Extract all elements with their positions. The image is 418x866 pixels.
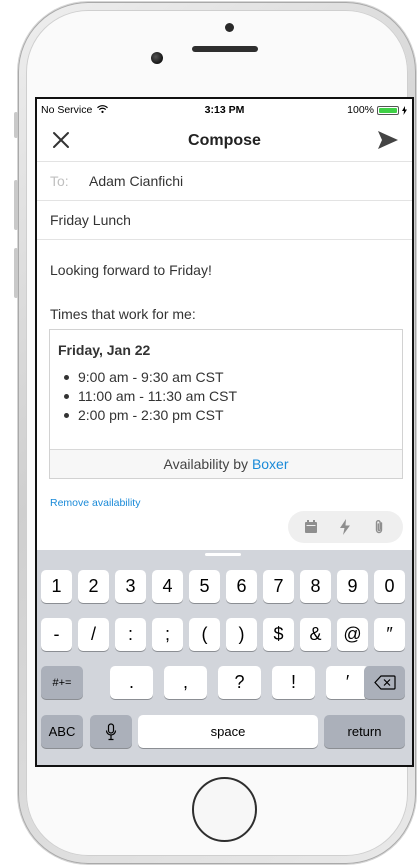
compose-navbar: Compose [37,119,412,162]
availability-date: Friday, Jan 22 [58,342,151,358]
remove-availability-link[interactable]: Remove availability [50,497,140,509]
battery-percent: 100% [347,104,374,116]
abc-key[interactable]: ABC [41,715,83,748]
key-2[interactable]: 2 [78,570,109,603]
key-at[interactable]: @ [337,618,368,651]
subject-field[interactable]: Friday Lunch [37,201,412,240]
lightning-icon[interactable] [336,518,354,536]
paperclip-icon[interactable] [370,518,388,536]
key-0[interactable]: 0 [374,570,405,603]
key-6[interactable]: 6 [226,570,257,603]
key-slash[interactable]: / [78,618,109,651]
key-1[interactable]: 1 [41,570,72,603]
battery-icon [377,105,399,115]
key-open-paren[interactable]: ( [189,618,220,651]
symbols-toggle-key[interactable]: #+= [41,666,83,699]
return-key[interactable]: return [324,715,405,748]
battery-status: 100% [347,104,407,116]
subject-text[interactable]: Friday Lunch [50,212,131,228]
key-comma[interactable]: , [164,666,207,699]
keyboard-grabber [205,553,241,556]
volume-down-button [14,248,18,298]
key-quote[interactable]: ″ [374,618,405,651]
space-key[interactable]: space [138,715,318,748]
calendar-icon[interactable] [302,518,320,536]
backspace-icon [373,675,396,690]
body-line-1[interactable]: Looking forward to Friday! [50,262,212,278]
key-4[interactable]: 4 [152,570,183,603]
key-ampersand[interactable]: & [300,618,331,651]
numeric-keyboard: 1 2 3 4 5 6 7 8 9 0 - / : ; ( ) $ & @ ″ … [37,550,412,765]
key-period[interactable]: . [110,666,153,699]
page-title: Compose [188,132,261,149]
availability-slots: 9:00 am - 9:30 am CST 11:00 am - 11:30 a… [60,368,237,425]
microphone-icon [105,722,117,740]
to-label: To: [50,173,69,189]
time-slot-text: 9:00 am - 9:30 am CST [78,369,224,385]
key-question[interactable]: ? [218,666,261,699]
recipient-name[interactable]: Adam Cianfichi [89,173,183,189]
battery-level [379,107,397,113]
key-dollar[interactable]: $ [263,618,294,651]
availability-by-text: Availability by [163,456,249,472]
availability-card[interactable]: Friday, Jan 22 9:00 am - 9:30 am CST 11:… [49,329,403,479]
key-5[interactable]: 5 [189,570,220,603]
front-camera [151,52,163,64]
bullet-icon [64,374,69,380]
key-apostrophe[interactable]: ′ [326,666,369,699]
key-colon[interactable]: : [115,618,146,651]
key-7[interactable]: 7 [263,570,294,603]
send-icon[interactable] [376,129,400,151]
silent-switch [14,112,18,138]
availability-footer: Availability by Boxer [50,449,402,478]
to-field[interactable]: To: Adam Cianfichi [37,162,412,201]
key-3[interactable]: 3 [115,570,146,603]
key-8[interactable]: 8 [300,570,331,603]
key-hyphen[interactable]: - [41,618,72,651]
charging-icon [402,105,407,115]
bullet-icon [64,412,69,418]
time-slot-text: 2:00 pm - 2:30 pm CST [78,407,224,423]
dictation-key[interactable] [90,715,132,748]
body-line-2[interactable]: Times that work for me: [50,306,196,322]
compose-toolbar [288,511,403,543]
phone-screen: No Service 3:13 PM 100% Compose To: Adam… [35,97,414,767]
delete-key[interactable] [364,666,405,699]
earpiece-speaker [192,46,258,52]
key-semicolon[interactable]: ; [152,618,183,651]
volume-up-button [14,180,18,230]
time-slot: 11:00 am - 11:30 am CST [60,387,237,406]
bullet-icon [64,393,69,399]
time-slot: 9:00 am - 9:30 am CST [60,368,237,387]
time-slot-text: 11:00 am - 11:30 am CST [78,388,237,404]
status-bar: No Service 3:13 PM 100% [37,99,412,119]
home-button[interactable] [192,777,257,842]
key-close-paren[interactable]: ) [226,618,257,651]
time-slot: 2:00 pm - 2:30 pm CST [60,406,237,425]
boxer-link[interactable]: Boxer [252,456,289,472]
proximity-sensor [225,23,234,32]
key-9[interactable]: 9 [337,570,368,603]
key-exclamation[interactable]: ! [272,666,315,699]
